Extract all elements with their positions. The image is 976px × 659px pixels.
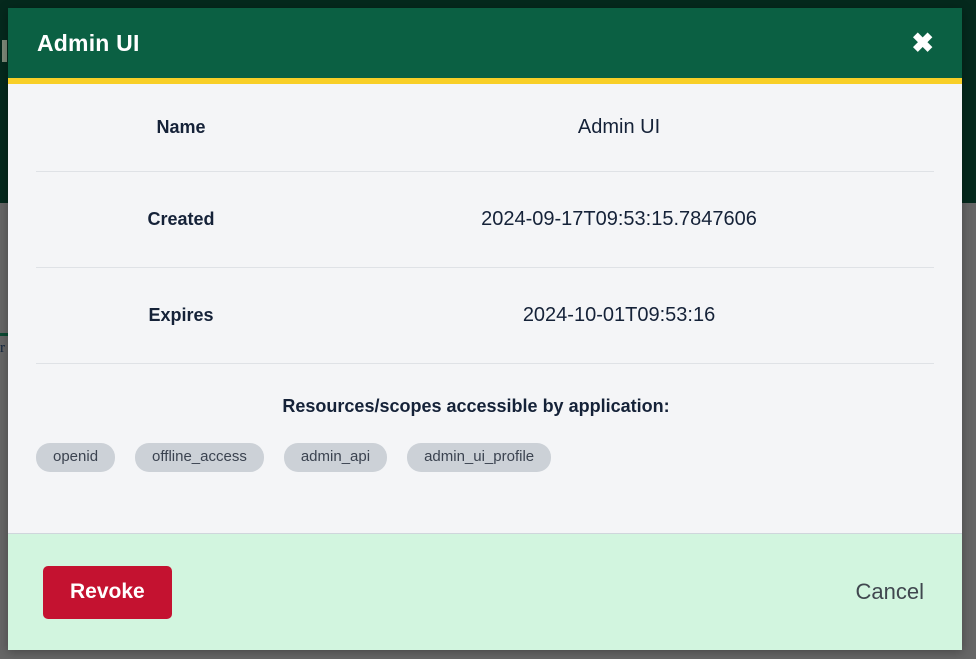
detail-row-name: Name Admin UI: [36, 84, 934, 172]
detail-value: Admin UI: [577, 116, 661, 138]
detail-value: 2024-10-01T09:53:16: [522, 304, 716, 326]
scopes-list: openid offline_access admin_api admin_ui…: [8, 417, 962, 472]
scope-pill: offline_access: [135, 443, 264, 472]
dialog-body: Name Admin UI Created 2024-09-17T09:53:1…: [8, 84, 962, 533]
application-details-dialog: Admin UI ✖ Name Admin UI Created 2024-09…: [8, 8, 962, 650]
close-icon[interactable]: ✖: [909, 29, 936, 57]
detail-label: Expires: [148, 305, 214, 325]
scopes-heading: Resources/scopes accessible by applicati…: [282, 396, 670, 416]
scope-pill: openid: [36, 443, 116, 472]
scope-pill: admin_api: [283, 443, 388, 472]
background-divider-artifact: [0, 333, 8, 336]
background-left-nav: [0, 0, 8, 203]
detail-label: Created: [147, 209, 215, 229]
background-right-nav: [962, 0, 976, 203]
detail-row-expires: Expires 2024-10-01T09:53:16: [36, 268, 934, 364]
cancel-button[interactable]: Cancel: [850, 575, 930, 609]
scope-pill: admin_ui_profile: [407, 443, 552, 472]
scopes-section: Resources/scopes accessible by applicati…: [8, 364, 962, 472]
dialog-footer: Revoke Cancel: [8, 533, 962, 650]
dialog-header: Admin UI ✖: [8, 8, 962, 78]
background-text-artifact: r: [0, 340, 5, 356]
revoke-button[interactable]: Revoke: [43, 565, 172, 619]
background-nav-icon: [2, 40, 7, 62]
dialog-title: Admin UI: [37, 29, 140, 56]
detail-label: Name: [156, 117, 206, 137]
detail-row-created: Created 2024-09-17T09:53:15.7847606: [36, 172, 934, 268]
detail-value: 2024-09-17T09:53:15.7847606: [481, 208, 757, 230]
